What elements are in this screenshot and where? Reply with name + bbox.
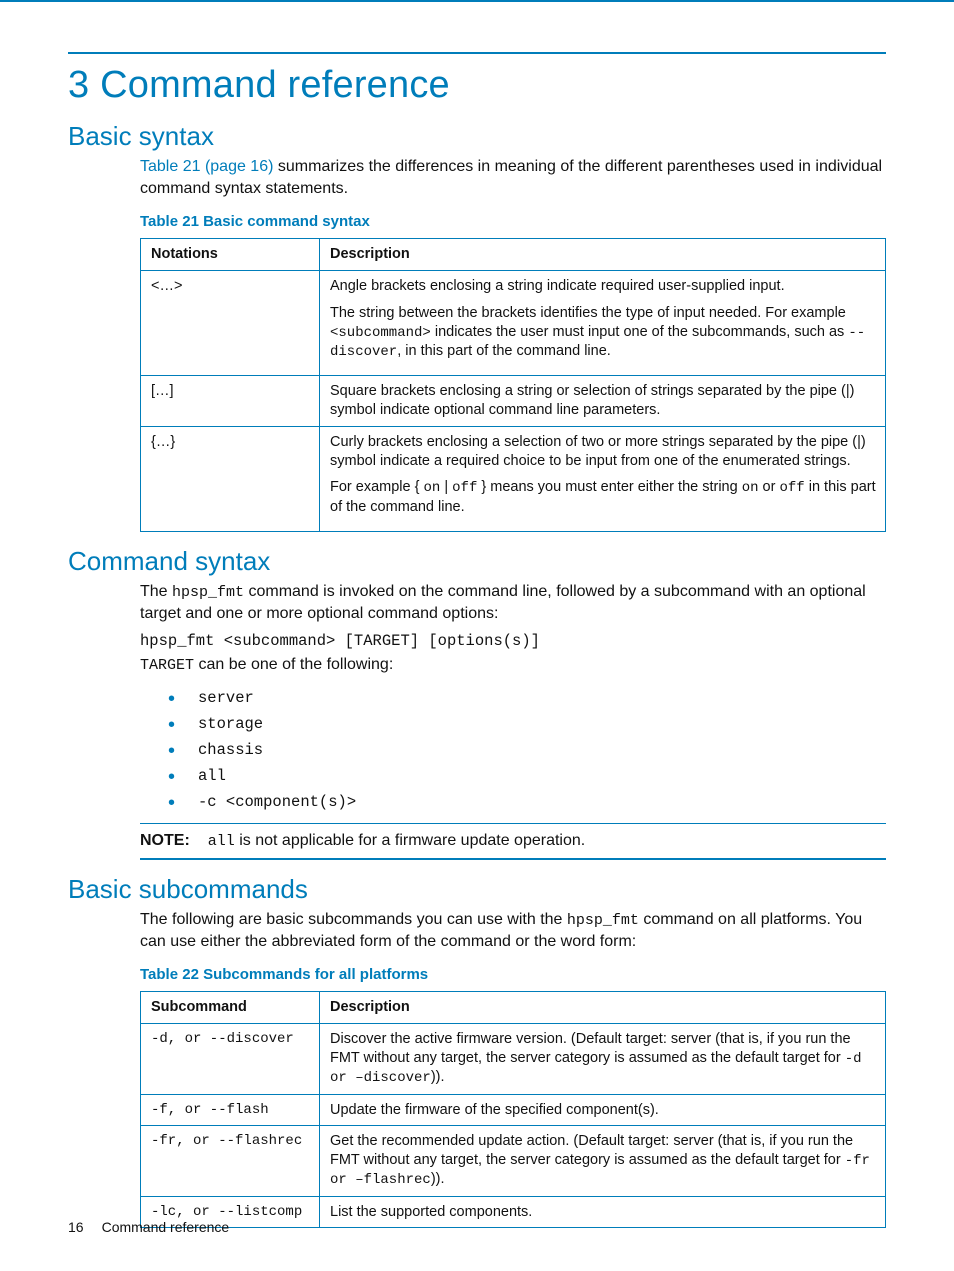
subcommand-cell: -fr, or --flashrec bbox=[141, 1126, 320, 1196]
txt: The following are basic subcommands you … bbox=[140, 911, 567, 928]
page-footer: 16 Command reference bbox=[68, 1219, 229, 1235]
txt: Discover the active firmware version. (D… bbox=[330, 1031, 851, 1066]
table-row: -fr, or --flashrec Get the recommended u… bbox=[141, 1126, 886, 1196]
heading-basic-syntax: Basic syntax bbox=[68, 121, 886, 152]
target-list: server storage chassis all -c <component… bbox=[168, 685, 886, 815]
note-text: is not applicable for a firmware update … bbox=[235, 832, 585, 849]
txt: Get the recommended update action. (Defa… bbox=[330, 1133, 853, 1168]
txt: )). bbox=[431, 1069, 445, 1085]
notation-cell: […] bbox=[141, 376, 320, 427]
page-content: 3 Command reference Basic syntax Table 2… bbox=[0, 0, 954, 1228]
description-cell: Update the firmware of the specified com… bbox=[320, 1094, 886, 1126]
heading-command-syntax: Command syntax bbox=[68, 546, 886, 577]
desc-p1: Angle brackets enclosing a string indica… bbox=[330, 277, 877, 296]
table21-caption: Table 21 Basic command syntax bbox=[140, 213, 886, 230]
desc-p2: For example { on | off } means you must … bbox=[330, 478, 877, 516]
page-title: 3 Command reference bbox=[68, 64, 886, 107]
desc-p1: Curly brackets enclosing a selection of … bbox=[330, 433, 877, 471]
list-item: -c <component(s)> bbox=[168, 789, 886, 815]
table-row: […] Square brackets enclosing a string o… bbox=[141, 376, 886, 427]
note-box: NOTE: all is not applicable for a firmwar… bbox=[140, 823, 886, 860]
code-line: hpsp_fmt <subcommand> [TARGET] [options(… bbox=[140, 632, 886, 650]
txt: command is invoked on the command line, … bbox=[140, 583, 866, 622]
txt: } means you must enter either the string bbox=[477, 479, 741, 495]
description-cell: Square brackets enclosing a string or se… bbox=[320, 376, 886, 427]
txt: The bbox=[140, 583, 172, 600]
list-item: server bbox=[168, 685, 886, 711]
table-subcommands: Subcommand Description -d, or --discover… bbox=[140, 991, 886, 1228]
basic-syntax-intro: Table 21 (page 16) summarizes the differ… bbox=[140, 156, 886, 199]
table22-caption: Table 22 Subcommands for all platforms bbox=[140, 966, 886, 983]
page-number: 16 bbox=[68, 1219, 84, 1235]
subcommand-cell: -f, or --flash bbox=[141, 1094, 320, 1126]
txt: For example { bbox=[330, 479, 424, 495]
table-basic-syntax: Notations Description <…> Angle brackets… bbox=[140, 238, 886, 531]
code: off bbox=[779, 480, 804, 496]
description-cell: Discover the active firmware version. (D… bbox=[320, 1024, 886, 1094]
table-row: -f, or --flash Update the firmware of th… bbox=[141, 1094, 886, 1126]
list-item: all bbox=[168, 763, 886, 789]
subcommand-cell: -d, or --discover bbox=[141, 1024, 320, 1094]
table-row: <…> Angle brackets enclosing a string in… bbox=[141, 271, 886, 376]
txt: | bbox=[440, 479, 452, 495]
heading-basic-subcommands: Basic subcommands bbox=[68, 874, 886, 905]
txt: The string between the brackets identifi… bbox=[330, 305, 846, 321]
code: on bbox=[424, 480, 441, 496]
th-description: Description bbox=[320, 239, 886, 271]
note-code: all bbox=[208, 833, 235, 850]
top-rule bbox=[68, 52, 886, 54]
table21-link[interactable]: Table 21 (page 16) bbox=[140, 158, 273, 175]
txt: or bbox=[759, 479, 780, 495]
table-row: -lc, or --listcomp List the supported co… bbox=[141, 1196, 886, 1228]
description-cell: Angle brackets enclosing a string indica… bbox=[320, 271, 886, 376]
table-row: {…} Curly brackets enclosing a selection… bbox=[141, 426, 886, 531]
table-row: -d, or --discover Discover the active fi… bbox=[141, 1024, 886, 1094]
list-item: storage bbox=[168, 711, 886, 737]
txt: , in this part of the command line. bbox=[397, 343, 611, 359]
cmd-syntax-p1: The hpsp_fmt command is invoked on the c… bbox=[140, 581, 886, 625]
description-cell: Curly brackets enclosing a selection of … bbox=[320, 426, 886, 531]
code: <subcommand> bbox=[330, 325, 431, 341]
th-description: Description bbox=[320, 992, 886, 1024]
desc-p2: The string between the brackets identifi… bbox=[330, 304, 877, 361]
list-item: chassis bbox=[168, 737, 886, 763]
txt: indicates the user must input one of the… bbox=[431, 324, 849, 340]
code: hpsp_fmt bbox=[172, 584, 244, 601]
th-notations: Notations bbox=[141, 239, 320, 271]
notation-cell: {…} bbox=[141, 426, 320, 531]
table-header-row: Subcommand Description bbox=[141, 992, 886, 1024]
code: on bbox=[742, 480, 759, 496]
note-label: NOTE: bbox=[140, 832, 190, 849]
txt: can be one of the following: bbox=[194, 656, 393, 673]
code: off bbox=[452, 480, 477, 496]
code: hpsp_fmt bbox=[567, 912, 639, 929]
table-header-row: Notations Description bbox=[141, 239, 886, 271]
cmd-syntax-p2: TARGET can be one of the following: bbox=[140, 654, 886, 676]
description-cell: List the supported components. bbox=[320, 1196, 886, 1228]
footer-title: Command reference bbox=[102, 1219, 230, 1235]
txt: )). bbox=[431, 1171, 445, 1187]
code: TARGET bbox=[140, 657, 194, 674]
notation-cell: <…> bbox=[141, 271, 320, 376]
description-cell: Get the recommended update action. (Defa… bbox=[320, 1126, 886, 1196]
th-subcommand: Subcommand bbox=[141, 992, 320, 1024]
subcmds-intro: The following are basic subcommands you … bbox=[140, 909, 886, 953]
